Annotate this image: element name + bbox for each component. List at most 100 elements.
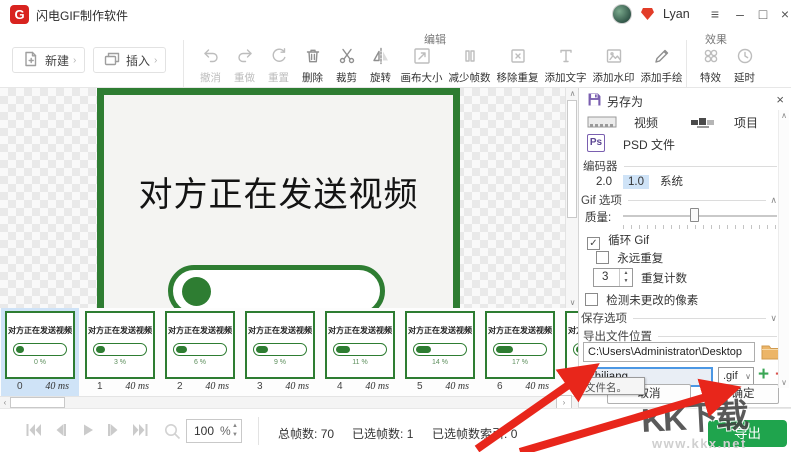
tool-add-text[interactable]: 添加文字 xyxy=(542,44,589,85)
tool-reduce-frames[interactable]: 减少帧数 xyxy=(446,44,493,85)
tool-add-watermark[interactable]: 添加水印 xyxy=(590,44,637,85)
frame-duration: 40 ms xyxy=(205,381,229,392)
frame-thumbnail[interactable]: 对方正在发送视频 3 % xyxy=(85,311,155,379)
redo-icon xyxy=(235,44,255,68)
tool-label: 延时 xyxy=(734,70,755,85)
tool-label: 移除重复 xyxy=(497,70,539,85)
detect-pixels-row[interactable]: 检测未更改的像素 xyxy=(585,292,785,308)
frame-thumbnail[interactable]: 对方正在发送视频 9 % xyxy=(245,311,315,379)
step-forward-icon[interactable] xyxy=(105,421,123,439)
frame-thumbnail[interactable]: 对方正在发送视频 6 % xyxy=(165,311,235,379)
magnifier-icon[interactable] xyxy=(163,422,182,446)
filmstrip-frame-4[interactable]: 对方正在发送视频 11 % 4 40 ms xyxy=(321,308,399,396)
vip-gem-icon[interactable] xyxy=(641,8,654,20)
panel-scrollbar[interactable]: ∧ ∨ xyxy=(778,110,789,388)
export-path-input[interactable] xyxy=(583,342,755,362)
frame-caption: 对方正在发送视频 xyxy=(87,325,153,336)
filmstrip-frame-6[interactable]: 对方正在发送视频 17 % 6 40 ms xyxy=(481,308,559,396)
canvas-vertical-scrollbar[interactable]: ∧ ∨ xyxy=(565,88,578,308)
encoder-option-1.0[interactable]: 1.0 xyxy=(623,175,649,189)
ok-button[interactable]: 确定 xyxy=(707,384,779,404)
slider-thumb[interactable] xyxy=(690,208,699,222)
skip-end-icon[interactable] xyxy=(132,421,150,439)
filmstrip-frame-0[interactable]: 对方正在发送视频 0 % 0 40 ms xyxy=(1,308,79,396)
filmstrip-frame-1[interactable]: 对方正在发送视频 3 % 1 40 ms xyxy=(81,308,159,396)
scrollbar-thumb[interactable] xyxy=(567,100,577,218)
add-icon[interactable]: + xyxy=(758,364,769,386)
username-label[interactable]: Lyan xyxy=(663,7,690,21)
scrollbar-thumb[interactable] xyxy=(10,397,65,408)
reduce-frames-icon xyxy=(460,44,480,68)
tool-label: 减少帧数 xyxy=(449,70,491,85)
repeat-forever-checkbox[interactable] xyxy=(596,251,609,264)
tool-effects[interactable]: 特效 xyxy=(694,44,727,85)
maximize-button[interactable]: □ xyxy=(752,4,774,24)
frame-index: 6 xyxy=(497,381,503,392)
total-frames-stat: 总帧数: 70 xyxy=(278,425,334,442)
loop-gif-row[interactable]: ✓ 循环 Gif xyxy=(587,232,787,250)
play-icon[interactable] xyxy=(78,421,96,439)
zoom-stepper[interactable]: 100 % ▲▼ xyxy=(186,419,242,443)
frame-index: 5 xyxy=(417,381,423,392)
repeat-forever-row[interactable]: 永远重复 xyxy=(596,250,791,266)
filmstrip-frame-2[interactable]: 对方正在发送视频 6 % 2 40 ms xyxy=(161,308,239,396)
close-button[interactable]: × xyxy=(774,4,791,24)
frame-thumbnail[interactable]: 对方正在发送视频 17 % xyxy=(485,311,555,379)
step-back-icon[interactable] xyxy=(51,421,69,439)
tool-flip[interactable]: 旋转 xyxy=(364,44,397,85)
quality-label: 质量: xyxy=(585,209,611,225)
format-project[interactable]: 项目 xyxy=(734,114,758,131)
quality-slider[interactable] xyxy=(623,208,777,230)
flip-icon xyxy=(371,44,391,68)
gif-preview-frame[interactable]: 对方正在发送视频 xyxy=(97,88,460,308)
encoder-option-2.0[interactable]: 2.0 xyxy=(591,175,617,189)
format-video[interactable]: 视频 xyxy=(634,114,658,131)
insert-button[interactable]: 插入 › xyxy=(93,47,166,73)
frame-percent: 11 % xyxy=(327,359,393,366)
crop-icon xyxy=(337,44,357,68)
scroll-right-icon[interactable]: › xyxy=(556,395,572,409)
user-avatar[interactable] xyxy=(612,4,632,24)
tool-label: 特效 xyxy=(700,70,721,85)
gif-options-section-header[interactable]: Gif 选项∧ xyxy=(581,192,777,208)
skip-start-icon[interactable] xyxy=(24,421,42,439)
tool-delay[interactable]: 延时 xyxy=(728,44,761,85)
filmstrip-frame-3[interactable]: 对方正在发送视频 9 % 3 40 ms xyxy=(241,308,319,396)
save-options-section-header[interactable]: 保存选项∨ xyxy=(581,310,777,326)
encoder-option-系统[interactable]: 系统 xyxy=(655,172,688,190)
tool-label: 删除 xyxy=(302,70,323,85)
new-doc-icon xyxy=(21,49,41,72)
frame-thumbnail[interactable]: 对方正在发送视频 14 % xyxy=(405,311,475,379)
minimize-button[interactable]: – xyxy=(729,4,751,24)
frame-meta: 5 40 ms xyxy=(405,381,475,392)
app-title: 闪电GIF制作软件 xyxy=(36,7,128,24)
repeat-count-row: 3 ▲▼ 重复计数 xyxy=(579,268,779,288)
panel-close-icon[interactable]: × xyxy=(776,92,784,107)
new-button[interactable]: 新建 › xyxy=(12,47,85,73)
tool-trash[interactable]: 删除 xyxy=(296,44,329,85)
frame-thumbnail[interactable]: 对方正在发送视频 11 % xyxy=(325,311,395,379)
tool-label: 旋转 xyxy=(370,70,391,85)
canvas-area: 对方正在发送视频 ∧ ∨ xyxy=(0,88,578,308)
filmstrip-horizontal-scrollbar[interactable]: ‹ › xyxy=(0,396,578,408)
tool-canvas-size[interactable]: 画布大小 xyxy=(398,44,445,85)
canvas-size-icon xyxy=(412,44,432,68)
frame-duration: 40 ms xyxy=(45,381,69,392)
tool-add-draw[interactable]: 添加手绘 xyxy=(638,44,685,85)
add-text-icon xyxy=(556,44,576,68)
frame-thumbnail[interactable]: 对方正在发送视频 0 % xyxy=(5,311,75,379)
format-psd[interactable]: PSD 文件 xyxy=(623,136,675,153)
tool-remove-duplicate[interactable]: 移除重复 xyxy=(494,44,541,85)
frame-progress-bar xyxy=(93,343,147,356)
loop-gif-checkbox[interactable]: ✓ xyxy=(587,237,600,250)
tool-crop[interactable]: 裁剪 xyxy=(330,44,363,85)
filename-tooltip: 文件名。 xyxy=(579,377,645,395)
save-as-panel: 另存为 × 视频 项目 Ps PSD 文件 编码器 2.01.0系统 Gif 选… xyxy=(578,88,791,408)
filmstrip-frame-5[interactable]: 对方正在发送视频 14 % 5 40 ms xyxy=(401,308,479,396)
menu-icon[interactable]: ≡ xyxy=(704,4,726,24)
selected-index-stat: 已选帧数索引: 0 xyxy=(432,425,517,442)
export-button[interactable]: 导出 xyxy=(708,420,787,447)
detect-pixels-checkbox[interactable] xyxy=(585,293,598,306)
repeat-count-stepper[interactable]: 3 ▲▼ xyxy=(593,268,633,287)
frame-duration: 40 ms xyxy=(125,381,149,392)
